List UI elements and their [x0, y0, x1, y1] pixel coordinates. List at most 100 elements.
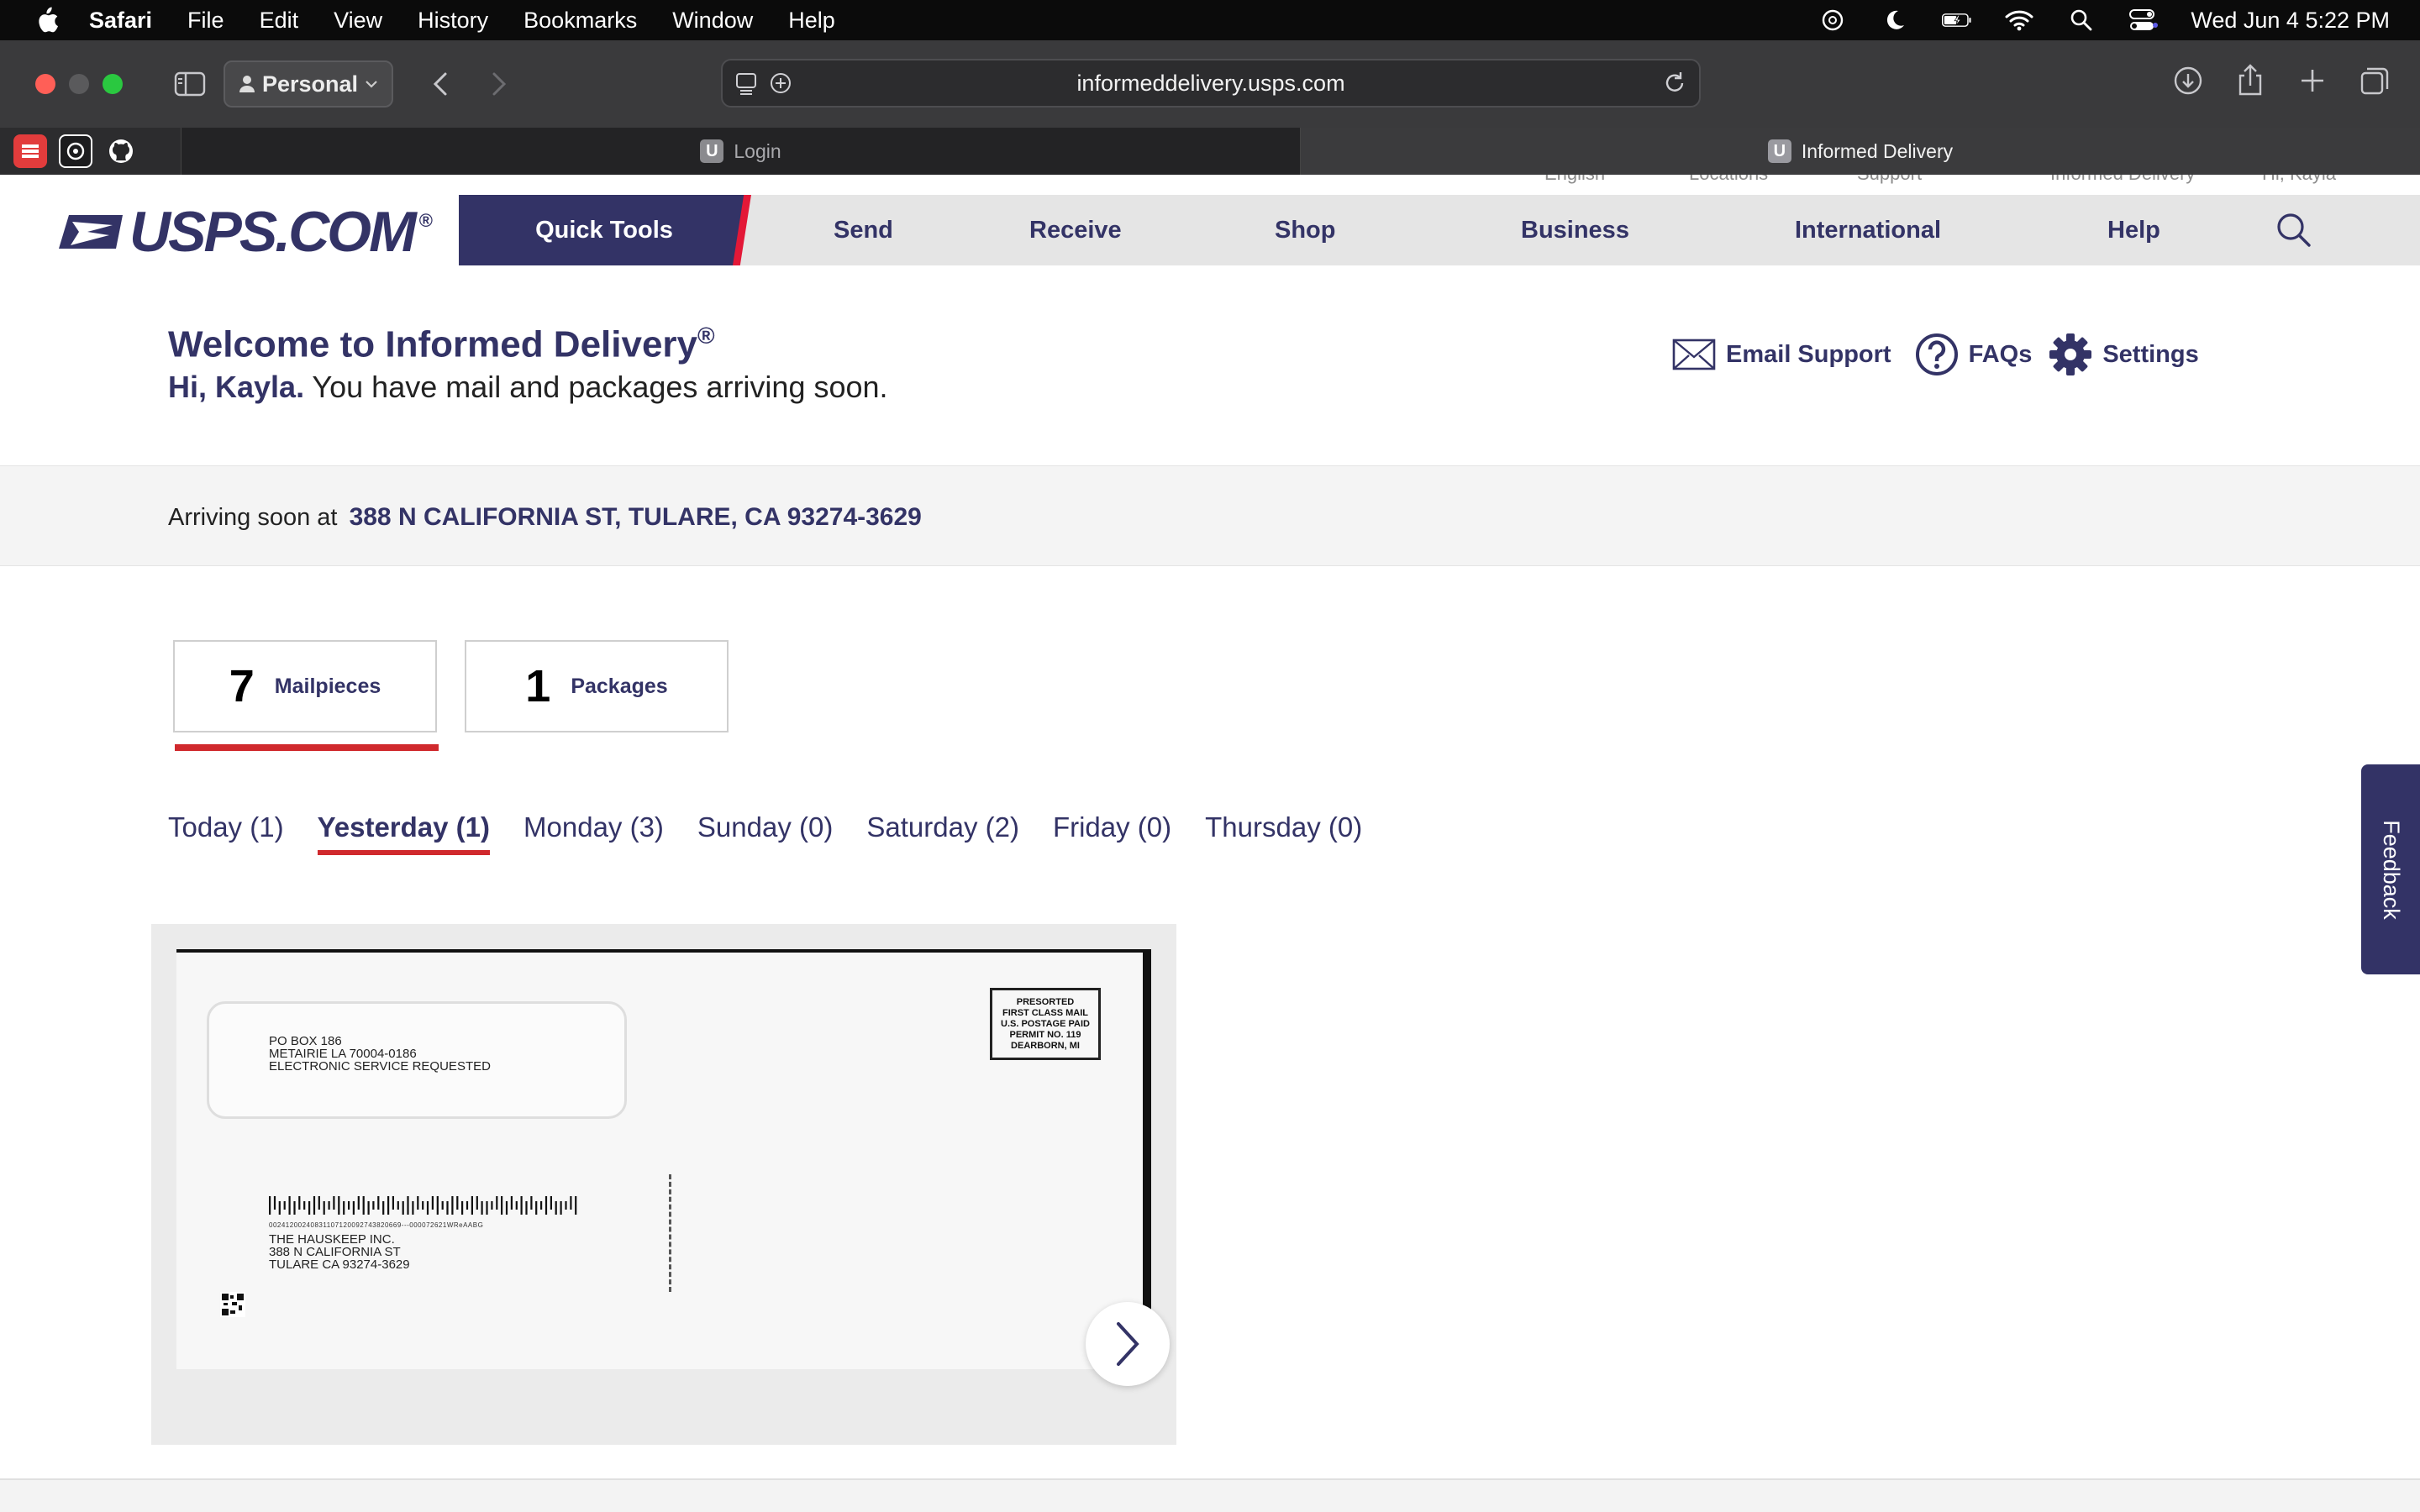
settings-link[interactable]: Settings: [2049, 333, 2199, 376]
search-icon[interactable]: [2275, 212, 2312, 249]
sidebar-toggle-icon[interactable]: [171, 66, 208, 102]
sender-line: METAIRIE LA 70004-0186: [269, 1047, 417, 1061]
arriving-address-band: Arriving soon at 388 N CALIFORNIA ST, TU…: [0, 465, 2420, 566]
utility-informed-delivery[interactable]: Informed Delivery: [2050, 175, 2195, 185]
menu-history[interactable]: History: [418, 8, 488, 34]
minimize-window-button[interactable]: [69, 74, 89, 94]
pinned-tabs: [0, 128, 182, 175]
packages-label: Packages: [571, 674, 668, 698]
forward-icon[interactable]: [481, 66, 518, 102]
menu-edit[interactable]: Edit: [260, 8, 299, 34]
nav-shop[interactable]: Shop: [1275, 195, 1336, 265]
intelligent-mail-barcode: [269, 1196, 577, 1215]
person-icon: [239, 76, 255, 92]
logo-registered-mark: ®: [418, 210, 433, 231]
utility-language[interactable]: English: [1544, 175, 1605, 185]
packages-tab[interactable]: 1 Packages: [465, 640, 729, 732]
page-title: Welcome to Informed Delivery®: [168, 323, 888, 366]
feedback-label: Feedback: [2378, 819, 2404, 920]
downloads-icon[interactable]: [2170, 62, 2207, 99]
profile-switcher[interactable]: Personal: [224, 60, 394, 108]
sender-line: PO BOX 186: [269, 1034, 342, 1048]
tab-informed-delivery[interactable]: U Informed Delivery: [1301, 128, 2420, 175]
postage-indicia: PRESORTED FIRST CLASS MAIL U.S. POSTAGE …: [990, 988, 1101, 1060]
share-icon[interactable]: [2232, 62, 2269, 99]
day-tab-thursday[interactable]: Thursday (0): [1205, 811, 1362, 850]
welcome-message-text: You have mail and packages arriving soon…: [304, 369, 888, 404]
pinned-tab-todoist-icon[interactable]: [13, 134, 47, 168]
day-tab-sunday[interactable]: Sunday (0): [697, 811, 833, 850]
email-support-link[interactable]: Email Support: [1672, 339, 1891, 370]
delivery-address[interactable]: 388 N CALIFORNIA ST, TULARE, CA 93274-36…: [350, 503, 922, 531]
greeting: Hi, Kayla.: [168, 369, 305, 404]
usps-logo[interactable]: USPS.COM ®: [57, 200, 433, 264]
recipient-line: 388 N CALIFORNIA ST: [269, 1245, 401, 1259]
menubar-clock[interactable]: Wed Jun 4 5:22 PM: [2191, 8, 2390, 34]
mailpieces-tab[interactable]: 7 Mailpieces: [173, 640, 437, 732]
nav-business[interactable]: Business: [1521, 195, 1629, 265]
question-circle-icon: [1915, 333, 1958, 375]
tab-favicon: U: [1767, 139, 1791, 163]
utility-links-strip: English Locations Support Informed Deliv…: [0, 175, 2420, 195]
tab-favicon: U: [700, 139, 724, 163]
spotlight-search-icon[interactable]: [2066, 8, 2096, 33]
qr-code-icon: [220, 1292, 245, 1317]
next-mailpiece-button[interactable]: [1086, 1302, 1170, 1386]
day-tab-saturday[interactable]: Saturday (2): [866, 811, 1019, 850]
control-center-icon[interactable]: [2128, 8, 2159, 33]
nav-label: Quick Tools: [535, 216, 673, 244]
address-bar[interactable]: informeddelivery.usps.com: [721, 59, 1701, 108]
menu-file[interactable]: File: [187, 8, 224, 34]
tab-login[interactable]: U Login: [182, 128, 1301, 175]
active-tab-underline: [175, 744, 439, 751]
gear-icon: [2049, 333, 2092, 375]
eagle-logo-icon: [59, 215, 123, 249]
pinned-tab-github-icon[interactable]: [104, 134, 138, 168]
back-icon[interactable]: [422, 66, 459, 102]
menu-help[interactable]: Help: [788, 8, 835, 34]
chatgpt-icon[interactable]: [1818, 8, 1848, 33]
feedback-tab[interactable]: Feedback: [2361, 764, 2420, 974]
wifi-icon[interactable]: [2004, 8, 2034, 33]
nav-receive[interactable]: Receive: [1029, 195, 1122, 265]
profile-name: Personal: [262, 71, 359, 97]
pinned-tab-openai-icon[interactable]: [59, 134, 92, 168]
menu-bookmarks[interactable]: Bookmarks: [523, 8, 637, 34]
logo-wordmark: USPS.COM: [129, 200, 417, 264]
reload-icon[interactable]: [1662, 69, 1687, 103]
nav-help[interactable]: Help: [2107, 195, 2160, 265]
zoom-window-button[interactable]: [103, 74, 123, 94]
nav-international[interactable]: International: [1795, 195, 1941, 265]
menu-view[interactable]: View: [334, 8, 382, 34]
tab-title: Login: [734, 139, 781, 162]
tab-overview-icon[interactable]: [2356, 62, 2393, 99]
utility-user[interactable]: Hi, Kayla: [2262, 175, 2336, 185]
menu-safari[interactable]: Safari: [89, 8, 152, 34]
day-tab-friday[interactable]: Friday (0): [1053, 811, 1171, 850]
macos-menu-bar: Safari File Edit View History Bookmarks …: [0, 0, 2420, 40]
new-tab-icon[interactable]: [2294, 62, 2331, 99]
arriving-label: Arriving soon at: [168, 504, 338, 531]
close-window-button[interactable]: [35, 74, 55, 94]
url-text: informeddelivery.usps.com: [1076, 70, 1345, 96]
nav-send[interactable]: Send: [834, 195, 893, 265]
mailpiece-scan-image[interactable]: PO BOX 186 METAIRIE LA 70004-0186 ELECTR…: [176, 949, 1151, 1369]
tab-strip: U Login U Informed Delivery: [0, 128, 2420, 175]
faqs-link[interactable]: FAQs: [1915, 333, 2032, 376]
utility-support[interactable]: Support: [1857, 175, 1922, 185]
welcome-message: Hi, Kayla. You have mail and packages ar…: [168, 370, 888, 405]
battery-icon[interactable]: [1942, 8, 1972, 33]
page-menu-icon[interactable]: [734, 69, 760, 103]
day-tab-today[interactable]: Today (1): [168, 811, 284, 850]
apple-icon[interactable]: [34, 6, 59, 34]
focus-moon-icon[interactable]: [1880, 8, 1910, 33]
indicia-line: PERMIT NO. 119: [1009, 1030, 1081, 1040]
menu-window[interactable]: Window: [672, 8, 753, 34]
day-tab-monday[interactable]: Monday (3): [523, 811, 664, 850]
utility-locations[interactable]: Locations: [1689, 175, 1768, 185]
day-filter-tabs: Today (1) Yesterday (1) Monday (3) Sunda…: [168, 811, 1362, 855]
nav-quick-tools[interactable]: Quick Tools: [459, 195, 750, 265]
extensions-icon[interactable]: [768, 69, 793, 103]
chevron-right-icon: [1117, 1322, 1139, 1366]
day-tab-yesterday[interactable]: Yesterday (1): [317, 811, 491, 855]
